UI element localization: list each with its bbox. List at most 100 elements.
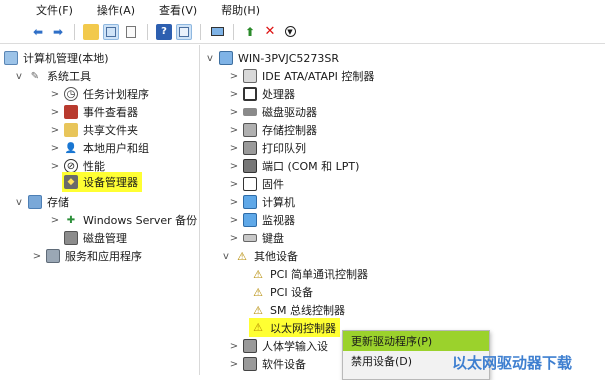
device-item[interactable]: ⚠ PCI 设备 — [251, 283, 313, 301]
chevron-down-icon[interactable]: v — [205, 53, 215, 64]
export-list-icon[interactable] — [123, 24, 139, 40]
chevron-right-icon[interactable]: > — [229, 215, 239, 226]
chevron-right-icon[interactable]: > — [229, 143, 239, 154]
device-category[interactable]: > 处理器 — [229, 85, 295, 103]
monitor-icon[interactable] — [209, 24, 225, 40]
chevron-right-icon[interactable]: > — [50, 215, 60, 226]
tree-item-disk-management[interactable]: 磁盘管理 — [64, 229, 127, 247]
console-tree-icon[interactable] — [103, 23, 119, 40]
chevron-right-icon[interactable]: > — [229, 161, 239, 172]
tree-label: 设备管理器 — [83, 176, 138, 189]
device-category-label: 磁盘驱动器 — [262, 106, 317, 119]
chevron-right-icon[interactable]: > — [229, 197, 239, 208]
tree-label: Windows Server 备份 — [83, 214, 198, 227]
tree-item-event-viewer[interactable]: > 事件查看器 — [50, 103, 138, 121]
scan-icon[interactable]: ▼ — [282, 24, 298, 40]
device-category[interactable]: > 计算机 — [229, 193, 295, 211]
chevron-right-icon[interactable]: > — [229, 71, 239, 82]
tree-item-local-users[interactable]: > 👤 本地用户和组 — [50, 139, 149, 157]
chevron-right-icon[interactable]: > — [229, 107, 239, 118]
shared-folder-icon — [64, 123, 78, 137]
help-icon[interactable]: ? — [156, 23, 172, 40]
forward-icon[interactable]: ➡ — [50, 24, 66, 40]
uninstall-icon[interactable]: ✕ — [262, 24, 278, 40]
device-item-label: PCI 设备 — [270, 286, 314, 299]
device-item-ethernet-controller[interactable]: ⚠ 以太网控制器 — [249, 318, 340, 337]
folder-up-icon[interactable] — [83, 23, 99, 40]
menu-view[interactable]: 查看(V) — [159, 2, 197, 18]
chevron-down-icon[interactable]: v — [14, 197, 24, 208]
update-driver-icon[interactable]: ⬆ — [242, 24, 258, 40]
tree-item-system-tools[interactable]: v ✎ 系统工具 — [14, 67, 91, 85]
device-category[interactable]: > 打印队列 — [229, 139, 306, 157]
chevron-down-icon[interactable]: v — [221, 251, 231, 262]
device-category[interactable]: > 人体学输入设 — [229, 337, 328, 355]
tree-item-services-apps[interactable]: > 服务和应用程序 — [32, 247, 142, 265]
device-category[interactable]: > 磁盘驱动器 — [229, 103, 317, 121]
tree-item-device-manager[interactable]: ◆ 设备管理器 — [62, 172, 142, 192]
chevron-right-icon[interactable]: > — [50, 89, 60, 100]
menu-action[interactable]: 操作(A) — [97, 2, 135, 18]
device-category-label: 人体学输入设 — [262, 340, 328, 353]
toolbar-separator — [233, 23, 234, 40]
tree-item-root[interactable]: 计算机管理(本地) — [4, 49, 109, 67]
back-icon[interactable]: ⬅ — [30, 24, 46, 40]
chevron-right-icon[interactable]: > — [229, 89, 239, 100]
computer-icon — [243, 195, 257, 209]
tree-label: 计算机管理(本地) — [23, 52, 109, 65]
device-manager-icon: ◆ — [64, 175, 78, 189]
warning-device-icon: ⚠ — [253, 303, 263, 317]
tree-item-storage[interactable]: v 存储 — [14, 193, 69, 211]
chevron-right-icon[interactable]: > — [50, 143, 60, 154]
toolbar-separator — [200, 23, 201, 40]
storage-controller-icon — [243, 123, 257, 137]
chevron-right-icon[interactable]: > — [50, 161, 60, 172]
other-devices-icon: ⚠ — [237, 249, 247, 263]
device-category-label: 监视器 — [262, 214, 295, 227]
chevron-right-icon[interactable]: > — [50, 107, 60, 118]
device-item[interactable]: ⚠ PCI 简单通讯控制器 — [251, 265, 368, 283]
storage-icon — [28, 195, 42, 209]
chevron-right-icon[interactable]: > — [229, 341, 239, 352]
device-item-label: SM 总线控制器 — [270, 304, 345, 317]
chevron-right-icon[interactable]: > — [229, 179, 239, 190]
device-category[interactable]: > 固件 — [229, 175, 284, 193]
firmware-icon — [243, 177, 257, 191]
menu-help[interactable]: 帮助(H) — [221, 2, 260, 18]
device-category[interactable]: > 端口 (COM 和 LPT) — [229, 157, 359, 175]
toolbar-separator — [147, 23, 148, 40]
device-category-label: 固件 — [262, 178, 284, 191]
device-category[interactable]: > 监视器 — [229, 211, 295, 229]
device-category[interactable]: > IDE ATA/ATAPI 控制器 — [229, 67, 374, 85]
console-tree: 计算机管理(本地) v ✎ 系统工具 > ◷ 任务计划程序 > 事件查看器 > … — [0, 45, 200, 375]
chevron-right-icon[interactable]: > — [50, 125, 60, 136]
chevron-down-icon[interactable]: v — [14, 71, 24, 82]
update-driver-menu-item[interactable]: 更新驱动程序(P) — [343, 331, 489, 351]
chevron-right-icon[interactable]: > — [229, 125, 239, 136]
processor-icon — [243, 87, 257, 101]
chevron-right-icon[interactable]: > — [229, 359, 239, 370]
software-device-icon — [243, 357, 257, 371]
device-category-other[interactable]: v ⚠ 其他设备 — [221, 247, 298, 265]
device-category-label: 其他设备 — [254, 250, 298, 263]
device-category[interactable]: > 存储控制器 — [229, 121, 317, 139]
device-category-label: 计算机 — [262, 196, 295, 209]
device-item[interactable]: ⚠ SM 总线控制器 — [251, 301, 345, 319]
ide-controller-icon — [243, 69, 257, 83]
computer-name: WIN-3PVJC5273SR — [238, 51, 340, 65]
device-tree-root[interactable]: v WIN-3PVJC5273SR — [205, 49, 339, 67]
warning-device-icon: ⚠ — [253, 267, 263, 281]
device-category[interactable]: > 键盘 — [229, 229, 284, 247]
device-category-label: 键盘 — [262, 232, 284, 245]
menu-file[interactable]: 文件(F) — [36, 2, 73, 18]
tree-item-task-scheduler[interactable]: > ◷ 任务计划程序 — [50, 85, 149, 103]
tree-item-shared-folders[interactable]: > 共享文件夹 — [50, 121, 138, 139]
device-category[interactable]: > 软件设备 — [229, 355, 306, 373]
chevron-right-icon[interactable]: > — [229, 233, 239, 244]
computer-management-icon — [4, 51, 18, 65]
tree-label: 磁盘管理 — [83, 232, 127, 245]
chevron-right-icon[interactable]: > — [32, 251, 42, 262]
toolbar-separator — [74, 23, 75, 40]
tree-item-windows-server-backup[interactable]: > ✚ Windows Server 备份 — [50, 211, 197, 229]
properties-icon[interactable] — [176, 23, 192, 40]
